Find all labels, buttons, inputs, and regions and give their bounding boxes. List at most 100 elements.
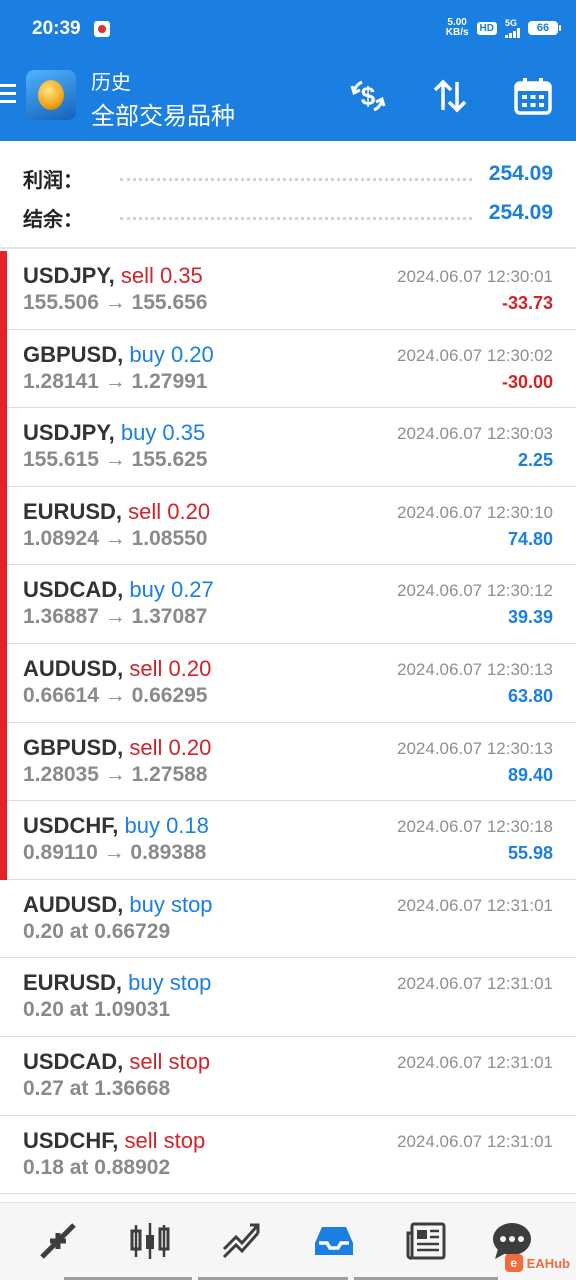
- list-item[interactable]: USDCHF, sell stop 0.18 at 0.88902 2024.0…: [0, 1115, 576, 1195]
- trade-profit: -30.00: [501, 371, 553, 392]
- trade-separator: ,: [115, 498, 123, 524]
- trade-profit: 2.25: [517, 450, 553, 471]
- trade-title: EURUSD, sell 0.20: [23, 499, 210, 525]
- trade-symbol: USDCAD: [23, 577, 118, 603]
- news-icon[interactable]: [402, 1219, 450, 1263]
- trade-title: USDCHF, buy 0.18: [23, 813, 209, 839]
- trade-time: 2024.06.07 12:30:13: [397, 659, 553, 679]
- trade-time: 2024.06.07 12:31:01: [397, 974, 553, 994]
- status-bar: 20:39 5.00 KB/s HD 5G 66: [0, 0, 576, 60]
- trade-title: GBPUSD, sell 0.20: [23, 735, 211, 761]
- list-item[interactable]: USDCAD, sell stop 0.27 at 1.36668 2024.0…: [0, 1036, 576, 1116]
- list-item[interactable]: EURUSD, sell 0.20 1.08924 → 1.08550 2024…: [0, 486, 576, 566]
- battery-icon: 66: [528, 21, 561, 35]
- trade-symbol: GBPUSD: [23, 341, 118, 367]
- trade-type: buy 0.35: [120, 420, 206, 446]
- trade-icon[interactable]: [218, 1219, 266, 1263]
- watermark-text: EAHub: [526, 1255, 570, 1271]
- trade-symbol: EURUSD: [23, 970, 116, 996]
- trade-time: 2024.06.07 12:30:01: [397, 267, 553, 286]
- screen-record-icon: [94, 21, 110, 37]
- trade-symbol: USDCHF: [23, 813, 113, 839]
- trade-prices: 0.20 at 0.66729: [23, 919, 171, 943]
- trade-type: buy 0.27: [129, 577, 214, 603]
- currency-exchange-icon[interactable]: $: [346, 74, 390, 118]
- app-header: 20:39 5.00 KB/s HD 5G 66 历史 全部交易品种 $: [0, 0, 576, 141]
- trade-title: EURUSD, buy stop: [23, 970, 211, 996]
- list-item[interactable]: USDCHF, buy 0.18 0.89110 → 0.89388 2024.…: [0, 801, 576, 880]
- trade-type: sell 0.20: [129, 655, 212, 681]
- trade-title: AUDUSD, buy stop: [23, 892, 213, 918]
- trade-type: sell 0.20: [129, 734, 212, 760]
- list-item[interactable]: AUDUSD, buy stop 0.20 at 0.66729 2024.06…: [0, 879, 576, 959]
- trade-symbol: USDJPY: [23, 263, 109, 288]
- trade-symbol: USDCHF: [23, 1127, 113, 1153]
- sort-icon[interactable]: [428, 74, 472, 118]
- trade-separator: ,: [117, 734, 124, 760]
- trade-title: USDJPY, buy 0.35: [23, 420, 205, 446]
- calendar-icon[interactable]: [511, 74, 555, 118]
- list-item[interactable]: USDJPY, buy 0.35 155.615 → 155.625 2024.…: [0, 408, 576, 487]
- signal-icon: 5G: [505, 17, 520, 38]
- trade-symbol: GBPUSD: [23, 734, 118, 760]
- trade-type: buy 0.18: [124, 813, 209, 839]
- symbol-filter[interactable]: 全部交易品种: [91, 96, 235, 131]
- profit-value: 254.09: [488, 162, 553, 185]
- list-item[interactable]: USDCAD, buy 0.27 1.36887 → 1.37087 2024.…: [0, 565, 576, 644]
- trade-time: 2024.06.07 12:31:01: [397, 1131, 553, 1151]
- bottom-nav: [0, 1202, 576, 1280]
- chart-icon[interactable]: [126, 1219, 174, 1263]
- trade-profit: -33.73: [501, 293, 553, 313]
- trade-separator: ,: [117, 577, 124, 603]
- network-speed-unit: KB/s: [445, 27, 469, 38]
- trade-separator: ,: [112, 813, 119, 839]
- list-item[interactable]: USDJPY, sell 0.35 155.506 → 155.656 2024…: [0, 251, 576, 330]
- balance-row: 结余： 254.09: [0, 201, 576, 231]
- watermark-logo-icon: e: [504, 1254, 523, 1272]
- trade-symbol: USDJPY: [23, 420, 109, 446]
- signal-bars: [505, 27, 520, 38]
- dotted-leader: [120, 217, 472, 220]
- trade-title: USDCHF, sell stop: [23, 1128, 205, 1154]
- trade-title: AUDUSD, sell 0.20: [23, 656, 211, 682]
- quotes-icon[interactable]: [34, 1219, 82, 1263]
- trade-prices: 1.28035 → 1.27588: [23, 762, 208, 786]
- trade-symbol: EURUSD: [23, 498, 116, 524]
- status-time: 20:39: [32, 18, 81, 39]
- balance-label: 结余：: [23, 209, 83, 231]
- trade-type: buy stop: [128, 970, 212, 996]
- trade-separator: ,: [115, 970, 123, 996]
- trade-time: 2024.06.07 12:30:13: [397, 738, 553, 758]
- trade-type: sell stop: [129, 1048, 211, 1074]
- history-icon[interactable]: [310, 1219, 358, 1263]
- menu-icon[interactable]: [0, 84, 16, 110]
- trade-time: 2024.06.07 12:31:01: [397, 895, 553, 915]
- trade-prices: 0.20 at 1.09031: [23, 998, 171, 1022]
- trade-symbol: USDCAD: [23, 1048, 118, 1074]
- list-item[interactable]: EURUSD, buy stop 0.20 at 1.09031 2024.06…: [0, 958, 576, 1037]
- trade-profit: 74.80: [507, 528, 553, 549]
- trade-time: 2024.06.07 12:30:03: [397, 424, 553, 444]
- profit-label: 利润：: [23, 170, 83, 192]
- list-item[interactable]: GBPUSD, buy 0.20 1.28141 → 1.27991 2024.…: [0, 329, 576, 409]
- signal-label: 5G: [505, 17, 518, 28]
- list-item[interactable]: GBPUSD, sell 0.20 1.28035 → 1.27588 2024…: [0, 722, 576, 802]
- trade-separator: ,: [112, 1127, 119, 1153]
- trade-separator: ,: [117, 655, 124, 681]
- hd-icon: HD: [476, 21, 497, 35]
- trade-title: USDCAD, sell stop: [23, 1049, 210, 1075]
- status-indicators: 5.00 KB/s HD 5G 66: [446, 17, 561, 38]
- trade-prices: 155.506 → 155.656: [23, 291, 208, 314]
- dotted-leader: [120, 178, 472, 181]
- history-list: USDJPY, sell 0.35 155.506 → 155.656 2024…: [0, 251, 576, 1195]
- trade-type: sell 0.35: [120, 263, 203, 288]
- trade-type: sell stop: [124, 1127, 206, 1153]
- trade-time: 2024.06.07 12:30:12: [397, 581, 553, 601]
- list-item[interactable]: AUDUSD, sell 0.20 0.66614 → 0.66295 2024…: [0, 643, 576, 723]
- trade-title: GBPUSD, buy 0.20: [23, 342, 214, 368]
- trade-prices: 1.08924 → 1.08550: [23, 526, 208, 550]
- trade-separator: ,: [117, 1048, 124, 1074]
- network-speed: 5.00 KB/s: [446, 18, 469, 38]
- trade-title: USDJPY, sell 0.35: [23, 263, 203, 289]
- trade-time: 2024.06.07 12:31:01: [397, 1052, 553, 1072]
